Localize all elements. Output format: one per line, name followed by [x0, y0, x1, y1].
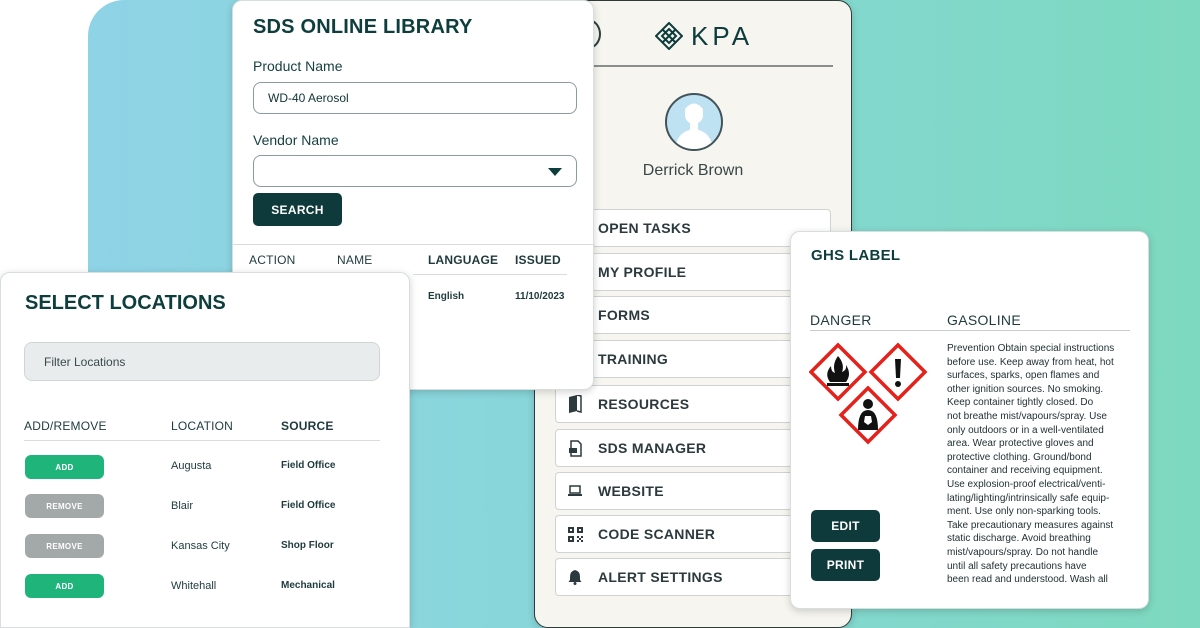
kpa-logo: KPA	[655, 19, 753, 53]
menu-item-label: ALERT SETTINGS	[598, 569, 723, 585]
ghs-label-card: GHS LABEL DANGER GASOLINE EDIT PRINT Pre…	[790, 231, 1149, 609]
product-name: GASOLINE	[947, 312, 1021, 328]
select-locations-title: SELECT LOCATIONS	[25, 292, 226, 314]
exclamation-pictogram-icon	[868, 342, 928, 402]
precautionary-statement: Prevention Obtain special instructions b…	[947, 343, 1115, 586]
menu-item-label: TRAINING	[598, 351, 669, 367]
col-header-source[interactable]: SOURCE	[281, 419, 334, 433]
cell-language: English	[428, 291, 465, 302]
col-header-location: LOCATION	[171, 419, 234, 433]
menu-item-label: SDS MANAGER	[598, 440, 707, 456]
col-header-language[interactable]: LANGUAGE	[428, 253, 498, 267]
laptop-icon	[556, 485, 594, 497]
health-hazard-pictogram-icon	[838, 385, 898, 445]
book-icon	[556, 395, 594, 413]
menu-item-label: FORMS	[598, 307, 651, 323]
menu-item-label: WEBSITE	[598, 483, 664, 499]
kpa-diamond-icon	[655, 22, 683, 50]
remove-button[interactable]: REMOVE	[25, 534, 104, 558]
header-rule	[24, 440, 380, 441]
avatar[interactable]	[665, 93, 723, 151]
source-cell: Field Office	[281, 500, 336, 511]
document-icon	[556, 439, 594, 457]
header-divider	[557, 65, 833, 67]
vendor-name-select[interactable]	[253, 155, 577, 187]
col-header-name: NAME	[337, 253, 373, 267]
product-name-input[interactable]: WD-40 Aerosol	[253, 82, 577, 114]
qr-code-icon	[556, 526, 594, 542]
col-header-issued[interactable]: ISSUED	[515, 253, 561, 267]
bell-icon	[556, 569, 594, 585]
location-cell: Augusta	[171, 460, 212, 472]
kpa-logo-text: KPA	[691, 20, 754, 51]
cell-issued: 11/10/2023	[515, 291, 565, 302]
select-locations-card: SELECT LOCATIONS Filter Locations ADD/RE…	[0, 272, 410, 628]
filter-locations-input[interactable]: Filter Locations	[24, 342, 380, 381]
search-button[interactable]: SEARCH	[253, 193, 342, 226]
sds-library-title: SDS ONLINE LIBRARY	[253, 16, 473, 38]
location-cell: Kansas City	[171, 540, 230, 552]
location-cell: Whitehall	[171, 580, 217, 592]
print-button[interactable]: PRINT	[811, 549, 880, 581]
chevron-down-icon	[548, 168, 562, 176]
flame-pictogram-icon	[809, 342, 868, 402]
header-rule	[413, 274, 567, 275]
add-button[interactable]: ADD	[25, 574, 104, 598]
ghs-pictograms	[809, 342, 928, 445]
ghs-label-title: GHS LABEL	[811, 247, 901, 264]
results-divider	[233, 244, 595, 245]
vendor-name-label: Vendor Name	[253, 132, 339, 148]
location-cell: Blair	[171, 500, 194, 512]
add-button[interactable]: ADD	[25, 455, 104, 479]
source-cell: Field Office	[281, 460, 336, 471]
menu-item-label: CODE SCANNER	[598, 526, 716, 542]
col-header-action: ACTION	[249, 253, 296, 267]
menu-item-label: RESOURCES	[598, 396, 690, 412]
product-name-label: Product Name	[253, 58, 343, 74]
source-cell: Shop Floor	[281, 540, 334, 551]
signal-word: DANGER	[810, 312, 872, 328]
source-cell: Mechanical	[281, 580, 335, 591]
col-header-add-remove: ADD/REMOVE	[24, 419, 107, 433]
user-silhouette-icon	[675, 103, 713, 149]
menu-item-label: MY PROFILE	[598, 264, 687, 280]
edit-button[interactable]: EDIT	[811, 510, 880, 542]
header-rule	[810, 330, 1130, 331]
menu-item-label: OPEN TASKS	[598, 220, 691, 236]
remove-button[interactable]: REMOVE	[25, 494, 104, 518]
